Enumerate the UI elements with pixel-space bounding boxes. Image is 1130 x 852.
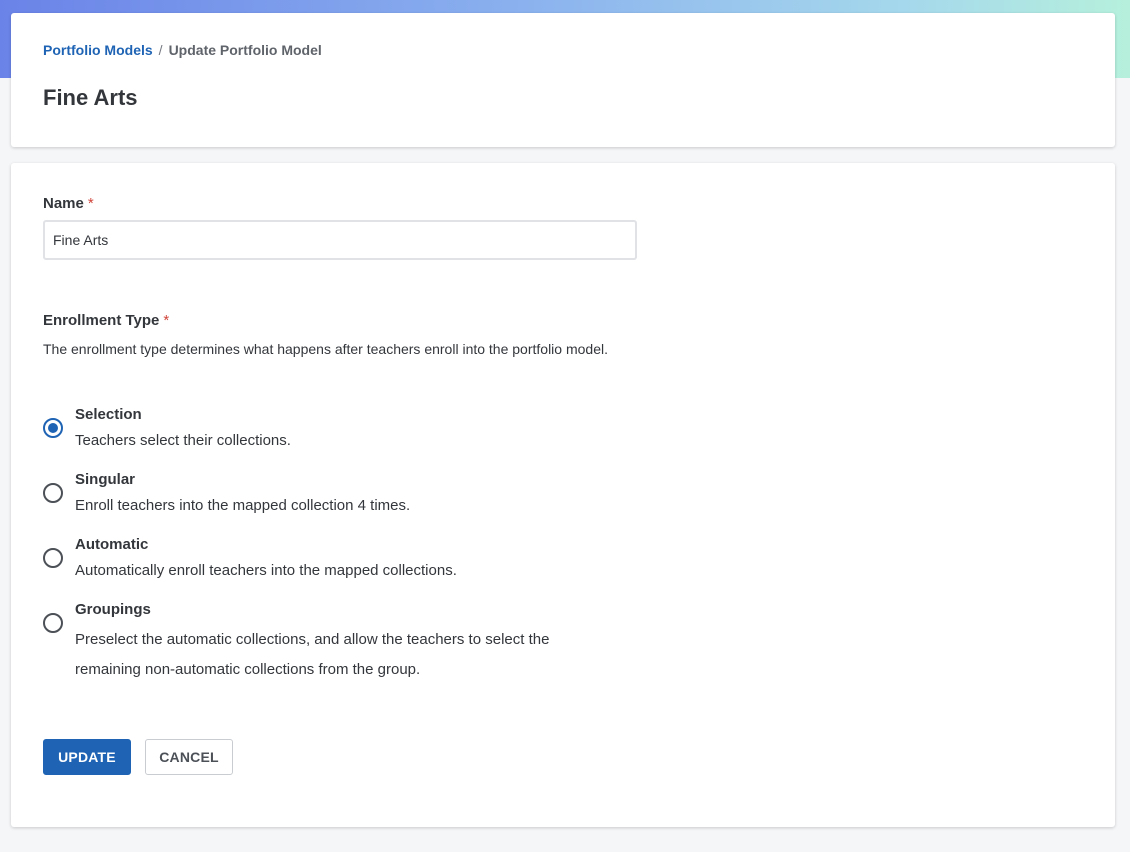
breadcrumb-portfolio-models-link[interactable]: Portfolio Models (43, 42, 153, 58)
breadcrumb: Portfolio Models / Update Portfolio Model (43, 42, 322, 58)
enrollment-type-label: Enrollment Type * (43, 312, 169, 329)
enrollment-type-description: The enrollment type determines what happ… (43, 341, 608, 357)
name-label: Name * (43, 195, 94, 212)
page-header-card: Portfolio Models / Update Portfolio Model … (11, 13, 1115, 147)
selection-radio[interactable] (43, 418, 63, 438)
groupings-radio[interactable] (43, 613, 63, 633)
groupings-option-title: Groupings (75, 601, 151, 618)
selection-option-title: Selection (75, 406, 142, 423)
singular-radio[interactable] (43, 483, 63, 503)
singular-option-description: Enroll teachers into the mapped collecti… (75, 497, 411, 514)
name-required-mark: * (87, 195, 94, 212)
enrollment-type-required-mark: * (163, 312, 170, 329)
enrollment-type-label-text: Enrollment Type (43, 312, 160, 329)
cancel-button[interactable]: CANCEL (145, 739, 233, 775)
page-title: Fine Arts (43, 85, 138, 110)
selection-option-description: Teachers select their collections. (75, 432, 291, 449)
automatic-option-description: Automatically enroll teachers into the m… (75, 562, 457, 579)
breadcrumb-separator: / (158, 42, 163, 58)
name-input[interactable] (43, 220, 637, 260)
groupings-option-description: Preselect the automatic collections, and… (75, 631, 550, 678)
breadcrumb-current: Update Portfolio Model (168, 42, 322, 58)
singular-option-title: Singular (75, 471, 136, 488)
name-label-text: Name (43, 195, 84, 212)
update-button[interactable]: UPDATE (43, 739, 131, 775)
portfolio-model-form: Name* Enrollment Type* The enrollment ty… (11, 163, 1115, 827)
automatic-radio[interactable] (43, 548, 63, 568)
automatic-option-title: Automatic (75, 536, 149, 553)
